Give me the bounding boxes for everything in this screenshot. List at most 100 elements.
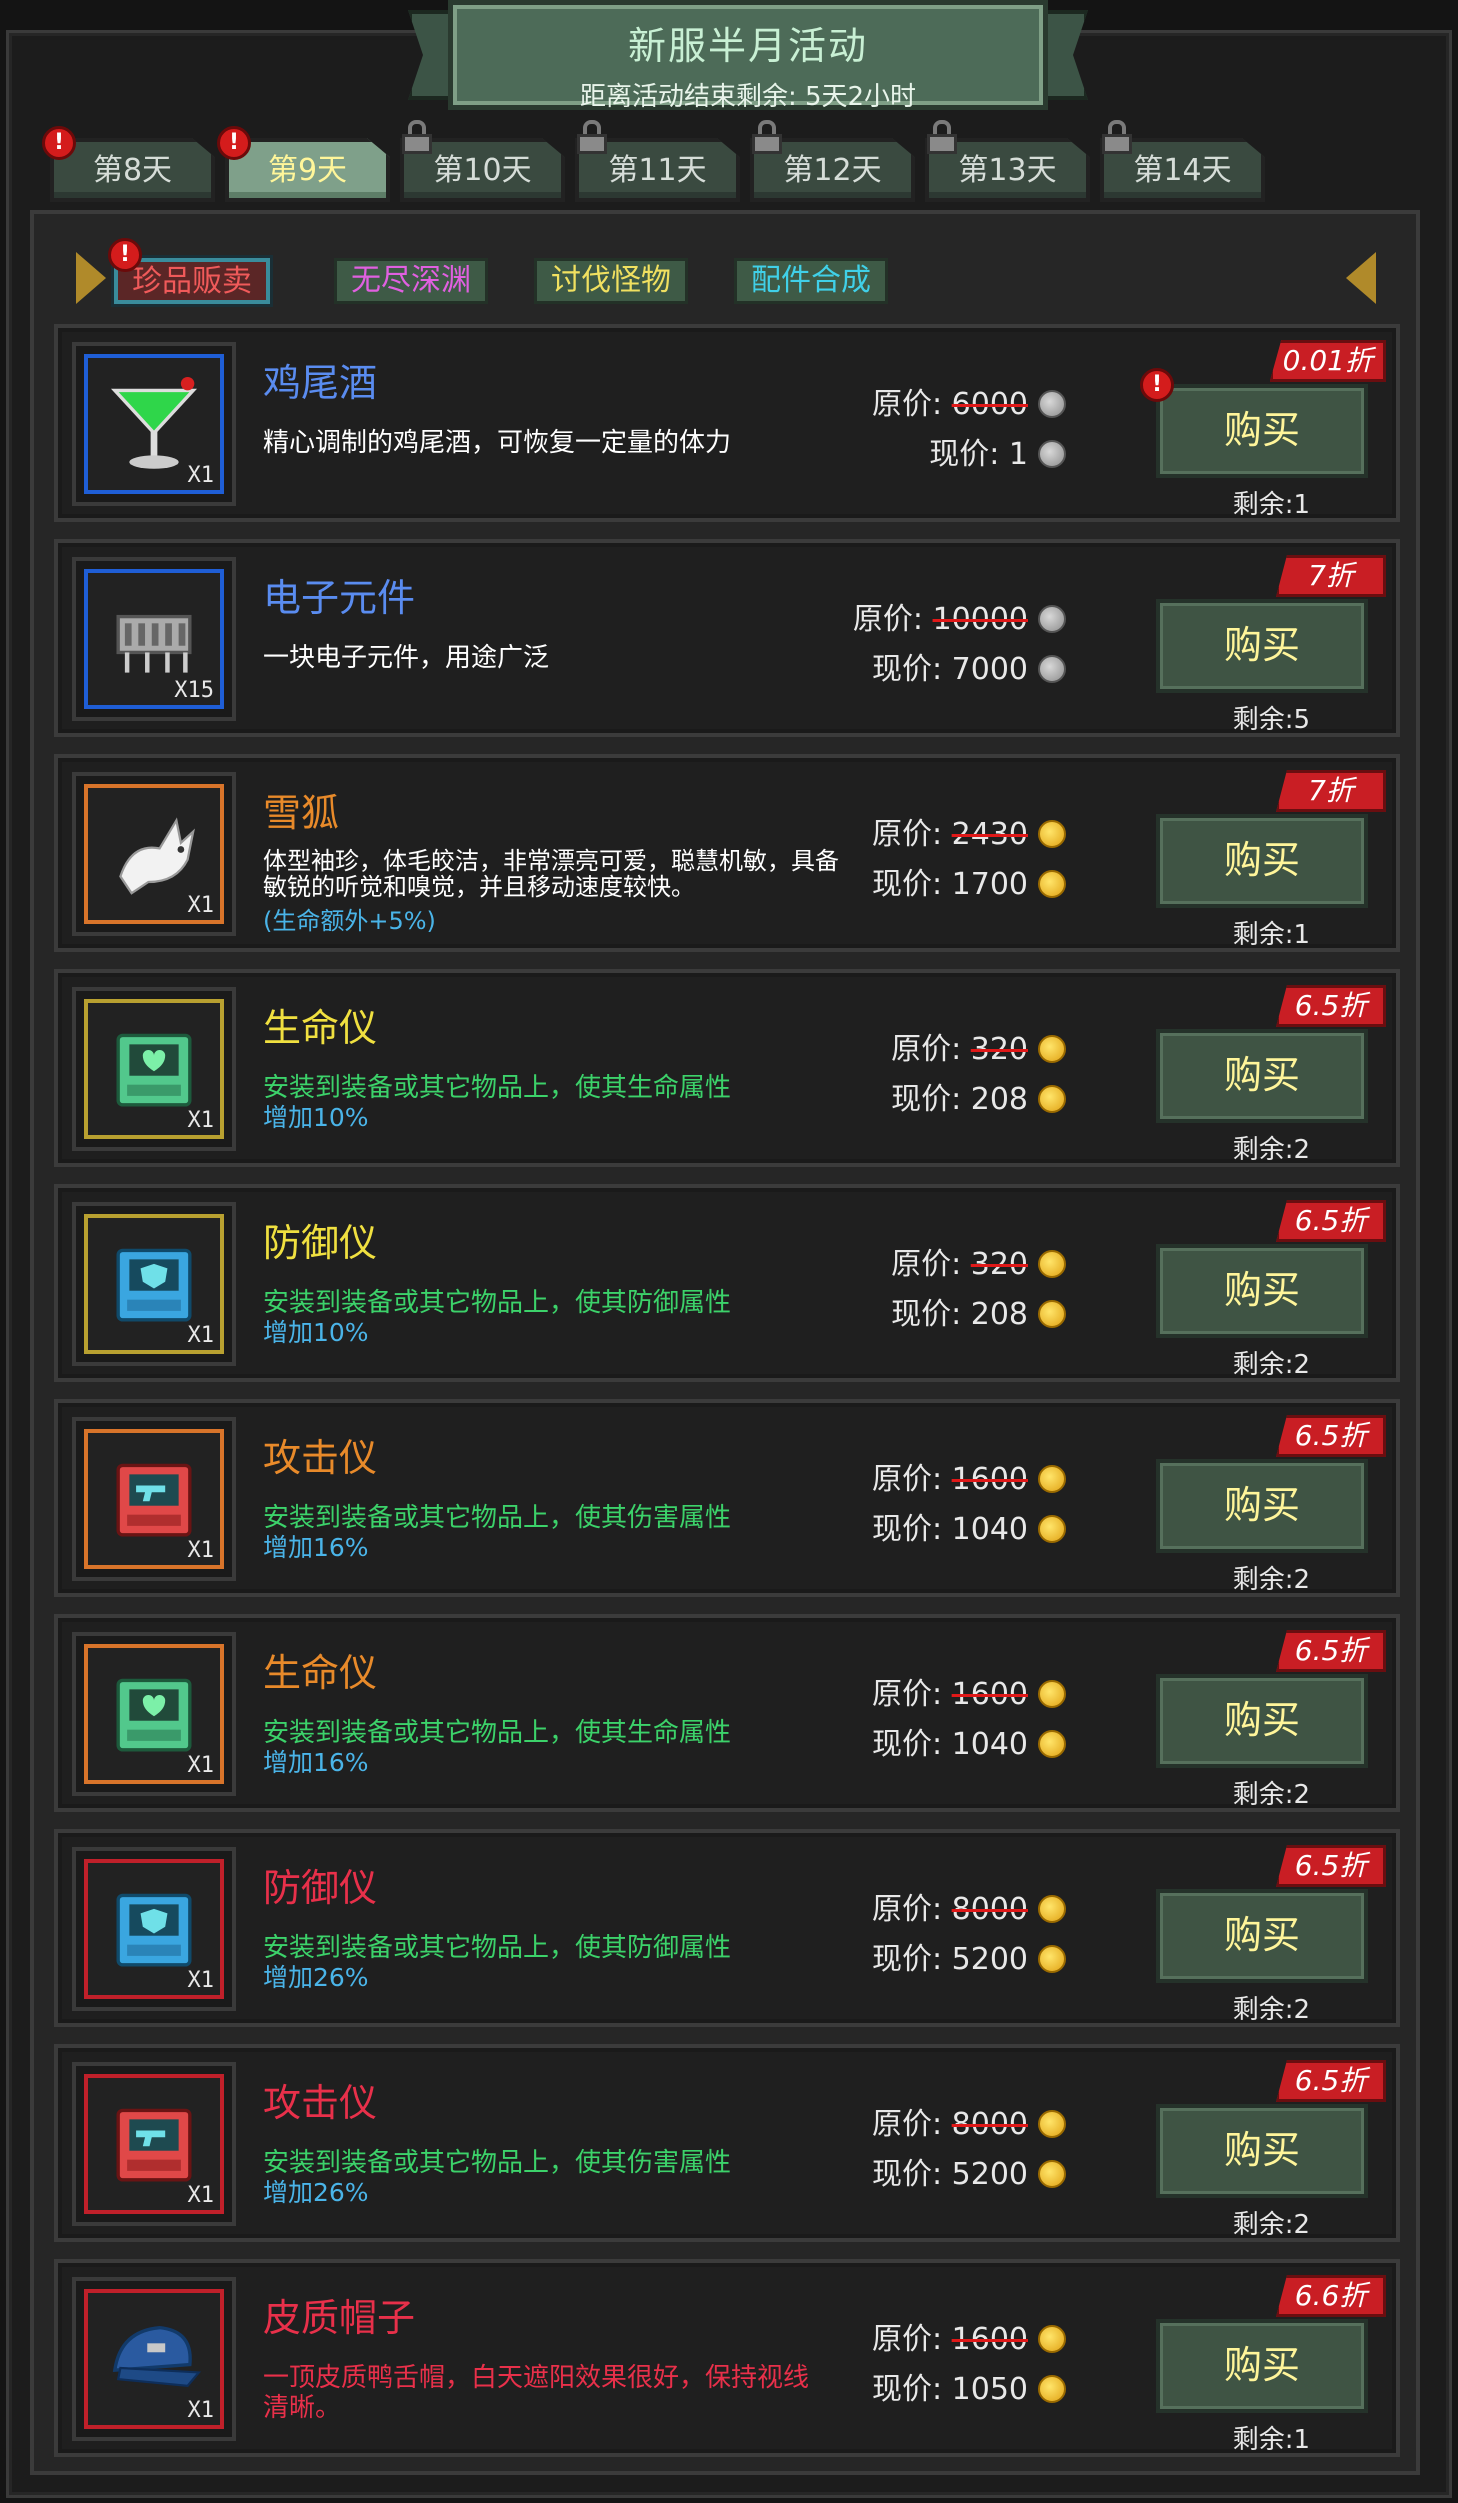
item-quantity: X1 [187,2398,215,2423]
buy-button[interactable]: 购买 [1156,814,1368,908]
original-price: 8000 [951,2107,1028,2142]
current-price: 208 [970,1297,1028,1332]
lock-icon [927,120,957,154]
original-price-label: 原价: [891,1247,971,1282]
category-tab[interactable]: 无尽深渊 [334,258,488,304]
current-price-label: 现价: [871,2372,952,2407]
item-name: 鸡尾酒 [263,361,378,405]
item-description: 一顶皮质鸭舌帽，白天遮阳效果很好，保持视线清晰。 [263,2363,810,2423]
gold-coin-icon [1038,1250,1066,1278]
discount-tag: 6.5折 [1276,985,1386,1027]
silver-coin-icon [1038,655,1066,683]
buy-button[interactable]: 购买 [1156,1889,1368,1983]
shop-item-row: X1 生命仪 安装到装备或其它物品上，使其生命属性 增加16% 原价: 1600 现价: … [54,1614,1400,1812]
event-countdown: 距离活动结束剩余: 5天2小时 [579,82,917,112]
buy-button[interactable]: 购买 [1156,1459,1368,1553]
alert-badge-icon: ! [42,126,76,160]
item-icon-slot[interactable]: X1 [84,784,224,924]
buy-button[interactable]: 购买 [1156,2104,1368,2198]
buy-button[interactable]: 购买 [1156,2319,1368,2413]
item-bonus: (生命额外+5%) [263,907,436,935]
item-icon-frame: X1 [72,1202,236,1366]
lock-icon [577,120,607,154]
discount-tag: 6.5折 [1276,1415,1386,1457]
shop-item-row: X1 防御仪 安装到装备或其它物品上，使其防御属性 增加26% 原价: 8000 现价: … [54,1829,1400,2027]
item-icon-slot[interactable]: X1 [84,1214,224,1354]
category-tab[interactable]: 配件合成 [734,258,888,304]
gold-coin-icon [1038,1465,1066,1493]
item-name: 防御仪 [263,1221,378,1265]
silver-coin-icon [1038,390,1066,418]
original-price-label: 原价: [891,1032,971,1067]
discount-tag: 6.5折 [1276,2060,1386,2102]
item-name: 防御仪 [263,1866,378,1910]
price-block: 原价: 1600 现价: 1040 [872,1670,1066,1770]
current-price: 1040 [951,1512,1028,1547]
item-icon-slot[interactable]: X1 [84,1859,224,1999]
day-tab-bar: 第8天! 第9天! 第10天 第11天 第12天 第13天 第14天 [42,120,1270,204]
item-icon-frame: X1 [72,1417,236,1581]
item-quantity: X1 [187,1323,215,1348]
item-icon-frame: X1 [72,772,236,936]
gold-coin-icon [1038,1300,1066,1328]
item-bonus: 增加26% [263,2178,369,2207]
item-quantity: X1 [187,1108,215,1133]
original-price-label: 原价: [871,1892,952,1927]
item-quantity: X1 [187,2183,215,2208]
current-price-label: 现价: [929,437,1009,472]
item-icon-slot[interactable]: X1 [84,1644,224,1784]
original-price-label: 原价: [871,387,952,422]
original-price-label: 原价: [871,1677,952,1712]
discount-tag: 6.5折 [1276,1630,1386,1672]
price-block: 原价: 320 现价: 208 [891,1240,1066,1340]
item-icon-frame: X15 [72,557,236,721]
original-price-label: 原价: [871,2107,952,2142]
item-name: 攻击仪 [263,1436,378,1480]
alert-badge-icon: ! [217,126,251,160]
shop-item-row: X1 皮质帽子 一顶皮质鸭舌帽，白天遮阳效果很好，保持视线清晰。 原价: 1600 现价… [54,2259,1400,2457]
item-description: 安装到装备或其它物品上，使其生命属性 [263,1073,732,1103]
lock-icon [752,120,782,154]
item-name: 生命仪 [263,1006,378,1050]
item-icon-slot[interactable]: X1 [84,1429,224,1569]
shop-panel: 珍品贩卖! 无尽深渊 讨伐怪物 配件合成 X1 鸡尾酒 精心调制的鸡尾酒，可恢复一定量的体… [30,210,1420,2475]
item-icon-slot[interactable]: X1 [84,2289,224,2429]
discount-tag: 6.5折 [1276,1200,1386,1242]
current-price-label: 现价: [871,2157,952,2192]
event-title: 新服半月活动 [627,24,868,68]
item-description: 精心调制的鸡尾酒，可恢复一定量的体力 [263,428,732,458]
item-name: 皮质帽子 [263,2296,416,2340]
original-price: 320 [970,1247,1028,1282]
current-price: 1 [1008,437,1028,472]
item-icon-frame: X1 [72,2062,236,2226]
category-tab[interactable]: 讨伐怪物 [534,258,688,304]
buy-button[interactable]: 购买 [1156,599,1368,693]
item-name: 生命仪 [263,1651,378,1695]
buy-button[interactable]: 购买 [1156,384,1368,478]
original-price: 1600 [951,1462,1028,1497]
buy-button[interactable]: 购买 [1156,1029,1368,1123]
scroll-left-arrow-icon[interactable] [76,252,106,304]
item-icon-slot[interactable]: X15 [84,569,224,709]
alert-badge-icon: ! [1140,368,1174,402]
item-icon-slot[interactable]: X1 [84,354,224,494]
item-icon-frame: X1 [72,1632,236,1796]
item-icon-frame: X1 [72,342,236,506]
item-icon-slot[interactable]: X1 [84,999,224,1139]
discount-tag: 0.01折 [1269,340,1386,382]
item-quantity: X1 [187,1538,215,1563]
item-quantity: X1 [187,893,215,918]
shop-item-row: X1 雪狐 体型袖珍，体毛皎洁，非常漂亮可爱，聪慧机敏，具备敏锐的听觉和嗅觉，并且移… [54,754,1400,952]
item-bonus: 增加26% [263,1963,369,1992]
item-icon-slot[interactable]: X1 [84,2074,224,2214]
buy-button[interactable]: 购买 [1156,1244,1368,1338]
item-icon-frame: X1 [72,1847,236,2011]
item-description: 安装到装备或其它物品上，使其生命属性 [263,1718,732,1748]
lock-icon [402,120,432,154]
current-price: 7000 [951,652,1028,687]
discount-tag: 6.6折 [1276,2275,1386,2317]
current-price: 5200 [951,2157,1028,2192]
scroll-right-arrow-icon[interactable] [1346,252,1376,304]
current-price: 1040 [951,1727,1028,1762]
buy-button[interactable]: 购买 [1156,1674,1368,1768]
